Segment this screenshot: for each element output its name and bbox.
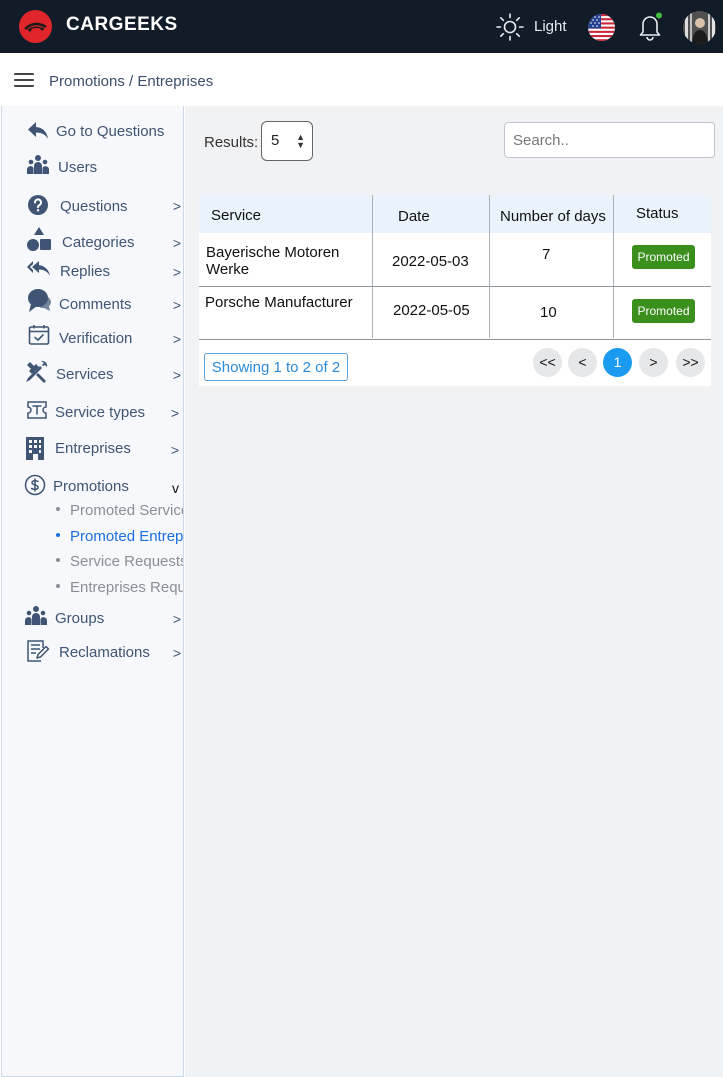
pagination-page-1[interactable]: 1 <box>603 348 632 377</box>
bell-icon[interactable] <box>636 11 664 41</box>
status-badge: Promoted <box>632 245 695 269</box>
brand-name: CARGEEKS <box>66 14 178 35</box>
sidebar-item-promotions[interactable]: Promotions v <box>2 472 183 502</box>
sidebar-item-reclamations[interactable]: Reclamations > <box>2 637 183 667</box>
breadcrumb: Promotions / Entreprises <box>49 73 214 90</box>
calendar-check-icon <box>28 324 54 350</box>
theme-toggle-label[interactable]: Light <box>534 18 567 35</box>
users-icon <box>26 154 52 180</box>
sidebar-subitem-promoted-entreprises[interactable]: Promoted Entreprises <box>56 528 183 548</box>
sidebar-item-go-to-questions[interactable]: Go to Questions <box>2 118 183 148</box>
sidebar-item-comments[interactable]: Comments > <box>2 288 183 318</box>
logo-icon[interactable] <box>19 10 52 43</box>
edit-document-icon <box>26 639 52 665</box>
pagination-prev[interactable]: < <box>568 348 597 377</box>
promotions-table: Service Date Number of days Status Bayer… <box>199 195 711 386</box>
sidebar-item-service-types[interactable]: Service types > <box>2 397 183 427</box>
sidebar-item-entreprises[interactable]: Entreprises > <box>2 434 183 464</box>
sidebar-subitem-entreprises-requests[interactable]: Entreprises Requests <box>56 579 183 599</box>
sidebar-item-verification[interactable]: Verification > <box>2 324 183 354</box>
pagination-next[interactable]: > <box>639 348 668 377</box>
text-box-icon <box>24 400 50 426</box>
top-bar: CARGEEKS Light <box>0 0 723 53</box>
shapes-icon <box>27 227 53 253</box>
breadcrumb-bar: Promotions / Entreprises <box>0 53 723 106</box>
us-flag-icon[interactable] <box>588 14 615 41</box>
sidebar-item-services[interactable]: Services > <box>2 359 183 389</box>
main-content: Results: 5 ▲▼ Service Date Number of day… <box>185 106 723 1077</box>
pagination-first[interactable]: << <box>533 348 562 377</box>
reply-arrow-icon <box>26 119 52 145</box>
group-icon <box>24 605 50 631</box>
column-header-days[interactable]: Number of days <box>500 208 606 225</box>
sidebar-item-questions[interactable]: Questions > <box>2 192 183 222</box>
sidebar-item-groups[interactable]: Groups > <box>2 604 183 634</box>
sidebar: Go to Questions Users Questions > Catego… <box>1 106 184 1077</box>
sidebar-item-replies[interactable]: Replies > <box>2 258 183 288</box>
dollar-circle-icon <box>24 474 50 500</box>
sidebar-item-categories[interactable]: Categories > <box>2 227 183 257</box>
column-header-status[interactable]: Status <box>636 205 679 222</box>
sun-icon[interactable] <box>495 12 525 42</box>
spinner-arrows-icon: ▲ ▼ <box>296 132 305 150</box>
column-header-date[interactable]: Date <box>398 208 430 225</box>
table-header: Service Date Number of days Status <box>199 195 711 233</box>
avatar[interactable] <box>683 11 716 44</box>
tools-icon <box>25 360 51 386</box>
sidebar-subitem-service-requests[interactable]: Service Requests <box>56 553 183 573</box>
showing-entries-info: Showing 1 to 2 of 2 <box>204 353 348 381</box>
question-circle-icon <box>27 194 53 220</box>
building-icon <box>25 436 51 462</box>
sidebar-subitem-promoted-services[interactable]: Promoted Services <box>56 502 183 522</box>
menu-icon[interactable] <box>14 73 34 87</box>
comments-icon <box>27 288 53 314</box>
results-label: Results: <box>204 134 259 151</box>
column-header-service[interactable]: Service <box>211 207 261 224</box>
sidebar-item-users[interactable]: Users <box>2 153 183 183</box>
reply-all-icon <box>27 259 53 285</box>
status-badge: Promoted <box>632 299 695 323</box>
results-per-page-select[interactable]: 5 ▲ ▼ <box>261 121 313 161</box>
pagination-last[interactable]: >> <box>676 348 705 377</box>
search-input[interactable] <box>504 122 715 158</box>
